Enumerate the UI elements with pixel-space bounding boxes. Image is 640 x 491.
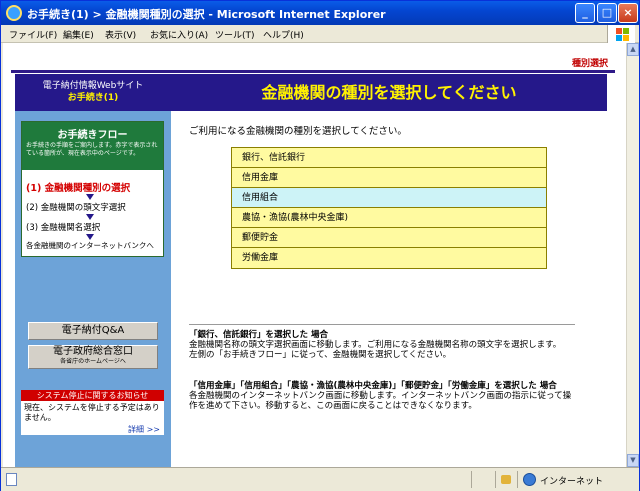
flow-step-1: (1) 金融機関種別の選択 xyxy=(26,183,131,194)
flow-header: お手続きフロー お手続きの手順をご案内します。赤字で表示されている箇所が、現在表… xyxy=(22,122,163,170)
institution-type-list: 銀行、信託銀行 信用金庫 信用組合 農協・漁協(農林中央金庫) 郵便貯金 労働金… xyxy=(231,147,547,269)
scroll-up-icon[interactable]: ▲ xyxy=(627,43,639,56)
sidebar: お手続きフロー お手続きの手順をご案内します。赤字で表示されている箇所が、現在表… xyxy=(15,111,171,467)
page-icon xyxy=(6,473,17,486)
menu-help[interactable]: ヘルプ(H) xyxy=(263,28,304,41)
page-title: 金融機関の種別を選択してください xyxy=(171,74,607,111)
flow-step-3: (3) 金融機関名選択 xyxy=(26,223,101,233)
status-cell-lock xyxy=(495,471,517,488)
page-label: 種別選択 xyxy=(571,59,608,69)
menu-file[interactable]: ファイル(F) xyxy=(9,28,57,41)
window-title: お手続き(1) > 金融機関種別の選択 - Microsoft Internet… xyxy=(27,8,386,21)
info-others-heading: 「信用金庫」「信用組合」「農協・漁協(農林中央金庫)」「郵便貯金」「労働金庫」を… xyxy=(189,381,557,391)
portal-button-sublabel: 各省庁のホームページへ xyxy=(60,358,126,365)
vertical-scrollbar[interactable]: ▲ ▼ xyxy=(626,43,639,467)
qa-button[interactable]: 電子納付Q&A xyxy=(28,322,158,340)
status-cell-zone: インターネット xyxy=(517,471,637,488)
security-zone-label: インターネット xyxy=(540,477,604,487)
procedure-flow: お手続きフロー お手続きの手順をご案内します。赤字で表示されている箇所が、現在表… xyxy=(21,121,164,257)
page-content: 種別選択 電子納付情報Webサイト お手続き(1) 金融機関の種別を選択してくだ… xyxy=(3,43,626,467)
option-shinkin[interactable]: 信用金庫 xyxy=(232,168,546,188)
notice-details-link[interactable]: 詳細 >> xyxy=(128,424,160,435)
menu-tools[interactable]: ツール(T) xyxy=(215,28,255,41)
scroll-down-icon[interactable]: ▼ xyxy=(627,454,639,467)
menu-bar: ファイル(F) 編集(E) 表示(V) お気に入り(A) ツール(T) ヘルプ(… xyxy=(1,25,639,43)
option-agri-fishery[interactable]: 農協・漁協(農林中央金庫) xyxy=(232,208,546,228)
flow-step-4: 各金融機関のインターネットバンクへ xyxy=(26,241,154,250)
divider xyxy=(189,324,575,325)
header-rule xyxy=(11,70,615,73)
flow-arrow-icon xyxy=(86,194,94,200)
status-cell xyxy=(471,471,495,488)
menu-favorites[interactable]: お気に入り(A) xyxy=(150,28,208,41)
notice-title: システム停止に関するお知らせ xyxy=(21,390,164,401)
intro-text: ご利用になる金融機関の種別を選択してください。 xyxy=(189,126,407,137)
info-bank-line2: 左側の「お手続きフロー」に従って、金融機関を選択してください。 xyxy=(189,350,452,360)
main-panel: ご利用になる金融機関の種別を選択してください。 銀行、信託銀行 信用金庫 信用組… xyxy=(171,111,607,467)
flow-description: お手続きの手順をご案内します。赤字で表示されている箇所が、現在表示中のページです… xyxy=(26,142,158,157)
site-name: 電子納付情報Webサイト xyxy=(42,81,144,91)
option-bank[interactable]: 銀行、信託銀行 xyxy=(232,148,546,168)
windows-logo-icon xyxy=(607,25,635,43)
info-bank: 「銀行、信託銀行」を選択した 場合 金融機関名称の頭文字選択画面に移動します。ご… xyxy=(189,330,575,360)
info-bank-heading: 「銀行、信託銀行」を選択した 場合 xyxy=(189,330,328,340)
title-bar: お手続き(1) > 金融機関種別の選択 - Microsoft Internet… xyxy=(1,1,639,25)
option-credit-union[interactable]: 信用組合 xyxy=(232,188,546,208)
flow-title: お手続きフロー xyxy=(57,130,128,141)
globe-icon xyxy=(523,473,536,486)
maximize-button[interactable]: □ xyxy=(597,3,617,23)
status-bar: インターネット xyxy=(1,467,639,491)
info-others: 「信用金庫」「信用組合」「農協・漁協(農林中央金庫)」「郵便貯金」「労働金庫」を… xyxy=(189,381,575,411)
minimize-button[interactable]: _ xyxy=(575,3,595,23)
flow-arrow-icon xyxy=(86,214,94,220)
flow-step-2: (2) 金融機関の頭文字選択 xyxy=(26,203,126,213)
e-gov-portal-button[interactable]: 電子政府総合窓口 各省庁のホームページへ xyxy=(28,345,158,369)
ie-icon xyxy=(6,5,22,21)
lock-icon xyxy=(501,475,511,484)
info-others-line1: 各金融機関のインターネットバンク画面に移動します。インターネットバンク画面の指示… xyxy=(189,391,572,411)
portal-button-label: 電子政府総合窓口 xyxy=(53,346,133,357)
info-bank-line1: 金融機関名称の頭文字選択画面に移動します。ご利用になる金融機関名称の頭文字を選択… xyxy=(189,340,562,350)
option-postal-savings[interactable]: 郵便貯金 xyxy=(232,228,546,248)
menu-edit[interactable]: 編集(E) xyxy=(63,28,94,41)
close-button[interactable]: × xyxy=(618,3,638,23)
option-labour-bank[interactable]: 労働金庫 xyxy=(232,248,546,268)
menu-view[interactable]: 表示(V) xyxy=(105,28,136,41)
notice-body: 現在、システムを停止する予定はありません。 xyxy=(24,403,160,422)
system-notice: システム停止に関するお知らせ 現在、システムを停止する予定はありません。 詳細 … xyxy=(21,390,164,435)
site-banner: 電子納付情報Webサイト お手続き(1) xyxy=(15,74,171,111)
browser-window: お手続き(1) > 金融機関種別の選択 - Microsoft Internet… xyxy=(0,0,640,491)
procedure-name: お手続き(1) xyxy=(67,93,119,103)
